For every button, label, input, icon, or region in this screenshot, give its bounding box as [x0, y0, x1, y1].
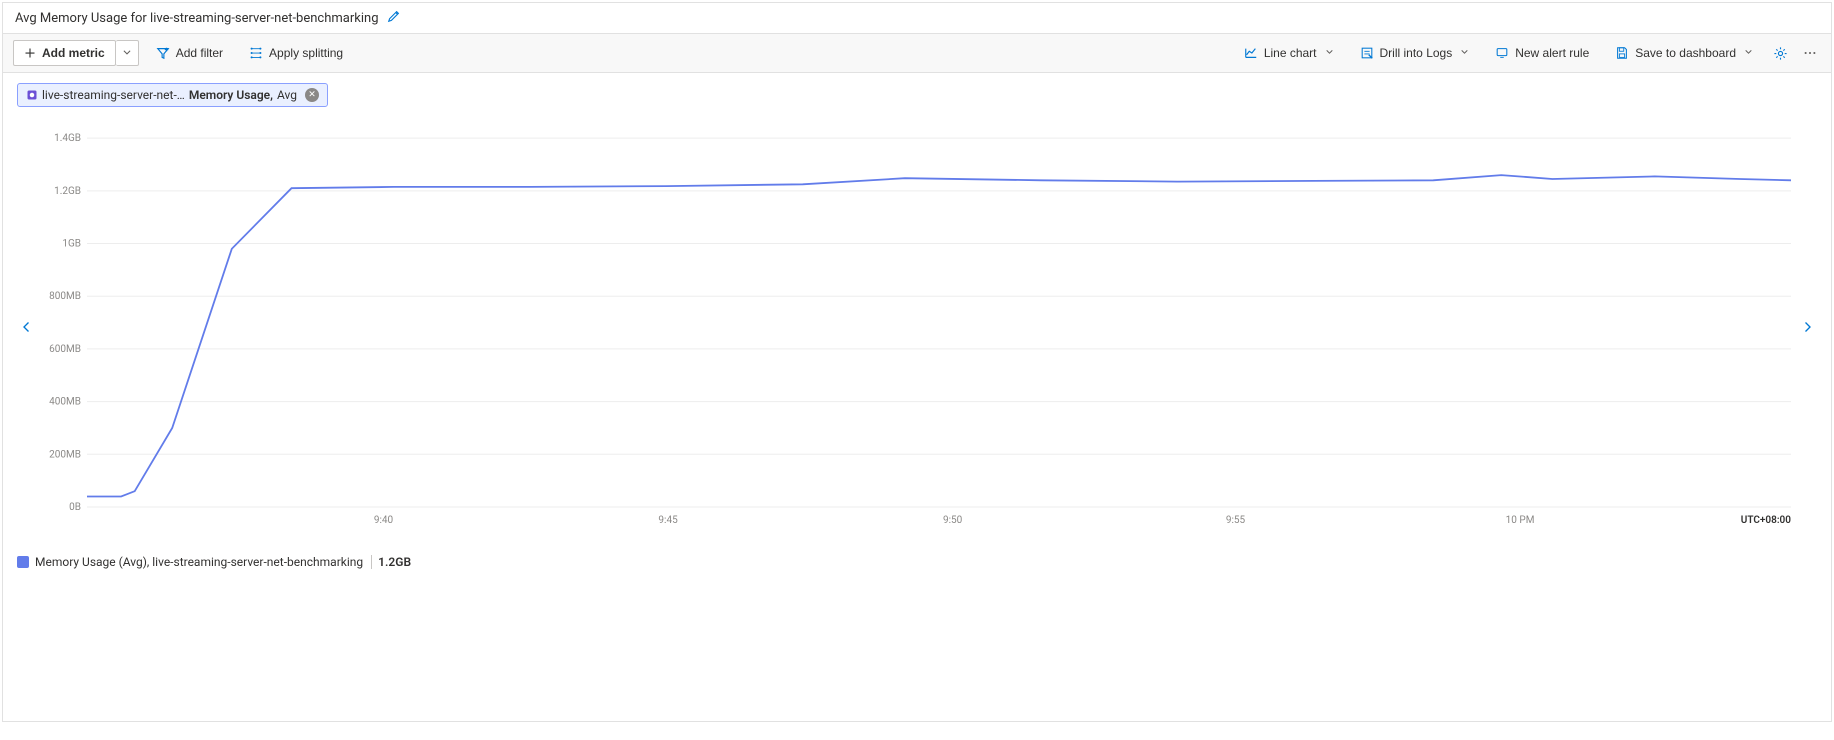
svg-text:400MB: 400MB — [49, 397, 81, 408]
svg-text:9:55: 9:55 — [1226, 515, 1246, 526]
chevron-down-icon — [122, 46, 132, 60]
add-metric-button[interactable]: Add metric — [13, 40, 116, 66]
alert-icon — [1495, 46, 1509, 60]
chart-type-button[interactable]: Line chart — [1235, 41, 1343, 65]
next-time-range[interactable] — [1797, 117, 1817, 537]
plus-icon — [24, 47, 36, 59]
drill-logs-button[interactable]: Drill into Logs — [1351, 41, 1479, 65]
svg-text:10 PM: 10 PM — [1506, 515, 1535, 526]
svg-text:800MB: 800MB — [49, 291, 81, 302]
gear-icon — [1773, 46, 1788, 61]
legend-swatch — [17, 556, 29, 568]
chart-title: Avg Memory Usage for live-streaming-serv… — [15, 11, 379, 26]
plot-wrap: 0B 200MB 400MB 600MB 800MB 1GB 1.2GB 1.4GB 9:40 9… — [17, 117, 1817, 537]
chevron-down-icon — [1460, 47, 1469, 59]
save-icon — [1615, 46, 1629, 60]
svg-text:9:45: 9:45 — [658, 515, 678, 526]
filter-icon — [156, 46, 170, 60]
save-dashboard-button[interactable]: Save to dashboard — [1606, 41, 1762, 65]
pill-resource: live-streaming-server-net-… — [42, 88, 185, 102]
edit-title-icon[interactable] — [387, 9, 401, 27]
resource-icon — [26, 89, 38, 101]
legend-label: Memory Usage (Avg), live-streaming-serve… — [35, 555, 363, 569]
svg-text:UTC+08:00: UTC+08:00 — [1741, 515, 1791, 526]
add-metric-label: Add metric — [42, 46, 105, 60]
metrics-card: Avg Memory Usage for live-streaming-serv… — [2, 2, 1832, 722]
new-alert-label: New alert rule — [1515, 46, 1589, 60]
apply-splitting-label: Apply splitting — [269, 46, 343, 60]
svg-text:1.2GB: 1.2GB — [54, 186, 81, 197]
legend-value: 1.2GB — [371, 555, 411, 569]
chevron-down-icon — [1744, 47, 1753, 59]
new-alert-button[interactable]: New alert rule — [1486, 41, 1598, 65]
chevron-down-icon — [1325, 47, 1334, 59]
logs-icon — [1360, 46, 1374, 60]
prev-time-range[interactable] — [17, 117, 37, 537]
plot[interactable]: 0B 200MB 400MB 600MB 800MB 1GB 1.2GB 1.4GB 9:40 9… — [37, 117, 1797, 537]
pill-agg: Avg — [277, 88, 297, 102]
svg-text:9:50: 9:50 — [943, 515, 963, 526]
svg-text:1.4GB: 1.4GB — [54, 133, 81, 144]
pill-metric: Memory Usage, — [189, 88, 273, 102]
splitting-icon — [249, 46, 263, 60]
title-row: Avg Memory Usage for live-streaming-serv… — [3, 3, 1831, 33]
metric-pill[interactable]: live-streaming-server-net-… Memory Usage… — [17, 83, 328, 107]
svg-text:600MB: 600MB — [49, 344, 81, 355]
settings-button[interactable] — [1770, 41, 1791, 66]
svg-text:0B: 0B — [69, 502, 81, 513]
pill-remove-icon[interactable]: ✕ — [305, 88, 319, 102]
svg-text:9:40: 9:40 — [374, 515, 394, 526]
chart-toolbar: Add metric Add filter Apply splitting Li… — [3, 33, 1831, 73]
drill-logs-label: Drill into Logs — [1380, 46, 1453, 60]
chart-area: live-streaming-server-net-… Memory Usage… — [3, 73, 1831, 587]
chart-legend: Memory Usage (Avg), live-streaming-serve… — [17, 555, 1817, 569]
svg-text:1GB: 1GB — [62, 239, 81, 250]
add-filter-button[interactable]: Add filter — [147, 41, 232, 65]
ellipsis-icon — [1802, 46, 1818, 60]
line-chart-icon — [1244, 46, 1258, 60]
svg-text:200MB: 200MB — [49, 449, 81, 460]
add-metric-dropdown[interactable] — [116, 40, 139, 66]
add-filter-label: Add filter — [176, 46, 223, 60]
apply-splitting-button[interactable]: Apply splitting — [240, 41, 352, 65]
more-button[interactable] — [1799, 41, 1821, 65]
chart-type-label: Line chart — [1264, 46, 1317, 60]
save-dashboard-label: Save to dashboard — [1635, 46, 1736, 60]
